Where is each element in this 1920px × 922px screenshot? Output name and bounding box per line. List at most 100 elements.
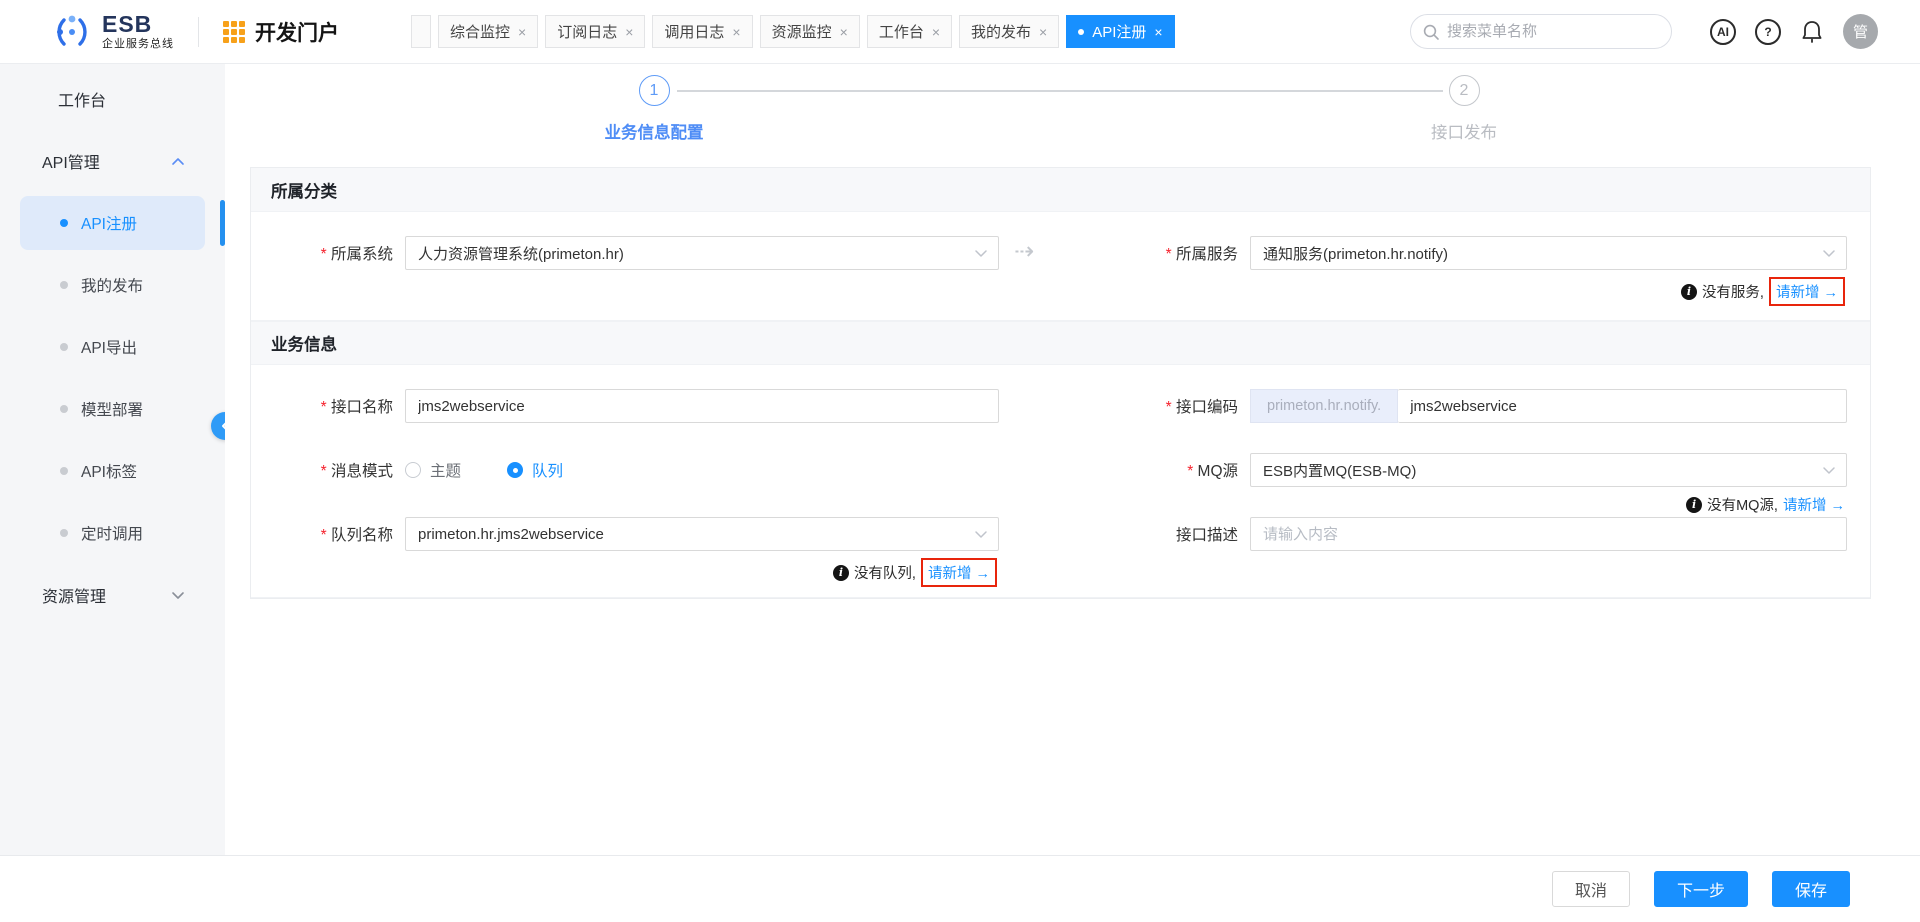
chevron-down-icon xyxy=(974,530,988,539)
tab-partial[interactable] xyxy=(411,15,431,48)
label-queue-name: 队列名称 xyxy=(251,523,405,545)
logo-subtitle: 企业服务总线 xyxy=(102,35,174,51)
close-icon[interactable]: × xyxy=(1039,25,1047,39)
active-dot-icon xyxy=(1078,29,1084,35)
close-icon[interactable]: × xyxy=(932,25,940,39)
service-select[interactable]: 通知服务(primeton.hr.notify) xyxy=(1250,236,1847,270)
close-icon[interactable]: × xyxy=(732,25,740,39)
radio-checked-icon xyxy=(507,462,523,478)
queue-note: i 没有队列, 请新增 → xyxy=(833,558,997,587)
queue-name-select[interactable]: primeton.hr.jms2webservice xyxy=(405,517,999,551)
main-content: 1 业务信息配置 2 接口发布 所属分类 所属系统 人力资源管理系统(prime… xyxy=(225,64,1920,855)
portal-brand: 开发门户 xyxy=(223,17,339,47)
esb-logo-icon xyxy=(52,12,92,52)
header-divider xyxy=(198,17,199,47)
step-1-label: 业务信息配置 xyxy=(564,119,744,143)
label-service: 所属服务 xyxy=(1049,242,1250,264)
help-icon[interactable]: ? xyxy=(1755,19,1781,45)
radio-icon xyxy=(405,462,421,478)
step-2-circle: 2 xyxy=(1449,75,1480,106)
radio-queue[interactable]: 队列 xyxy=(507,459,563,481)
portal-grid-icon xyxy=(223,21,245,43)
next-step-button[interactable]: 下一步 xyxy=(1654,871,1748,907)
label-msg-mode: 消息模式 xyxy=(251,459,405,481)
footer-bar: 取消 下一步 保存 xyxy=(0,855,1920,922)
bullet-icon xyxy=(60,281,68,289)
bullet-icon xyxy=(60,405,68,413)
header-actions: AI ? 管 xyxy=(1710,14,1878,49)
annotation-box: 请新增 → xyxy=(1769,277,1845,306)
tab-api-register[interactable]: API注册 × xyxy=(1066,15,1174,48)
form-card: 所属分类 所属系统 人力资源管理系统(primeton.hr) xyxy=(250,167,1871,599)
sidebar-nav: 工作台 API管理 API注册 我的发布 API导出 xyxy=(0,64,225,855)
api-name-input[interactable] xyxy=(405,389,999,423)
chevron-up-icon xyxy=(171,157,185,166)
dashed-arrow-icon: ⇢ xyxy=(999,237,1049,270)
label-api-desc: 接口描述 xyxy=(1049,523,1250,545)
api-code-prefix: primeton.hr.notify. xyxy=(1250,389,1398,423)
label-system: 所属系统 xyxy=(251,242,405,264)
chevron-down-icon xyxy=(974,249,988,258)
step-1-circle: 1 xyxy=(639,75,670,106)
esb-brand: ESB 企业服务总线 xyxy=(52,12,174,52)
close-icon[interactable]: × xyxy=(840,25,848,39)
section-title-business-info: 业务信息 xyxy=(251,321,1870,365)
sidebar-item-model-deploy[interactable]: 模型部署 xyxy=(0,378,225,440)
tab-subscribe-log[interactable]: 订阅日志 × xyxy=(545,15,645,48)
add-mq-source-link[interactable]: 请新增 → xyxy=(1783,494,1845,515)
logo-title: ESB xyxy=(102,13,174,35)
top-header: ESB 企业服务总线 开发门户 综合监控 × 订阅日志 × 调用日志 × xyxy=(0,0,1920,64)
label-api-code: 接口编码 xyxy=(1049,395,1250,417)
sidebar-group-api-management[interactable]: API管理 xyxy=(0,130,225,192)
chevron-down-icon xyxy=(171,591,185,600)
info-icon: i xyxy=(1681,284,1697,300)
tab-workbench[interactable]: 工作台 × xyxy=(867,15,952,48)
add-service-link[interactable]: 请新增 → xyxy=(1776,285,1838,301)
label-api-name: 接口名称 xyxy=(251,395,405,417)
tab-invoke-log[interactable]: 调用日志 × xyxy=(652,15,752,48)
ai-assistant-icon[interactable]: AI xyxy=(1710,19,1736,45)
close-icon[interactable]: × xyxy=(518,25,526,39)
sidebar-item-workbench[interactable]: 工作台 xyxy=(0,68,225,130)
step-2-label: 接口发布 xyxy=(1374,119,1554,143)
stepper-step-1: 1 业务信息配置 xyxy=(564,75,744,143)
tab-bar: 综合监控 × 订阅日志 × 调用日志 × 资源监控 × 工作台 × 我的发布 × xyxy=(411,15,1175,48)
radio-topic[interactable]: 主题 xyxy=(405,459,461,481)
api-desc-input[interactable] xyxy=(1250,517,1847,551)
tab-resource-monitor[interactable]: 资源监控 × xyxy=(760,15,860,48)
search-input[interactable] xyxy=(1410,14,1672,49)
sidebar-item-api-tags[interactable]: API标签 xyxy=(0,440,225,502)
tab-monitoring[interactable]: 综合监控 × xyxy=(438,15,538,48)
sidebar-item-scheduled-invoke[interactable]: 定时调用 xyxy=(0,502,225,564)
sidebar-item-api-export[interactable]: API导出 xyxy=(0,316,225,378)
chevron-down-icon xyxy=(1822,466,1836,475)
stepper-line xyxy=(677,90,1443,92)
mq-source-select[interactable]: ESB内置MQ(ESB-MQ) xyxy=(1250,453,1847,487)
menu-search xyxy=(1410,14,1672,49)
search-icon xyxy=(1422,23,1440,41)
add-queue-link[interactable]: 请新增 → xyxy=(928,566,990,582)
info-icon: i xyxy=(833,565,849,581)
user-avatar[interactable]: 管 xyxy=(1843,14,1878,49)
sidebar-item-api-register[interactable]: API注册 xyxy=(20,196,205,250)
tab-my-publish[interactable]: 我的发布 × xyxy=(959,15,1059,48)
stepper-step-2: 2 接口发布 xyxy=(1374,75,1554,143)
mq-source-note: i 没有MQ源, 请新增 → xyxy=(1686,494,1845,515)
system-select[interactable]: 人力资源管理系统(primeton.hr) xyxy=(405,236,999,270)
notification-bell-icon[interactable] xyxy=(1800,19,1824,45)
save-button[interactable]: 保存 xyxy=(1772,871,1850,907)
api-code-input[interactable] xyxy=(1398,389,1847,423)
section-title-category: 所属分类 xyxy=(251,168,1870,212)
portal-title: 开发门户 xyxy=(255,17,339,47)
sidebar-group-resource-management[interactable]: 资源管理 xyxy=(0,564,225,626)
annotation-box: 请新增 → xyxy=(921,558,997,587)
bullet-icon xyxy=(60,467,68,475)
bullet-icon xyxy=(60,219,68,227)
bullet-icon xyxy=(60,529,68,537)
service-note: i 没有服务, 请新增 → xyxy=(1681,277,1845,306)
bullet-icon xyxy=(60,343,68,351)
close-icon[interactable]: × xyxy=(625,25,633,39)
cancel-button[interactable]: 取消 xyxy=(1552,871,1630,907)
close-icon[interactable]: × xyxy=(1154,25,1162,39)
sidebar-item-my-publish[interactable]: 我的发布 xyxy=(0,254,225,316)
